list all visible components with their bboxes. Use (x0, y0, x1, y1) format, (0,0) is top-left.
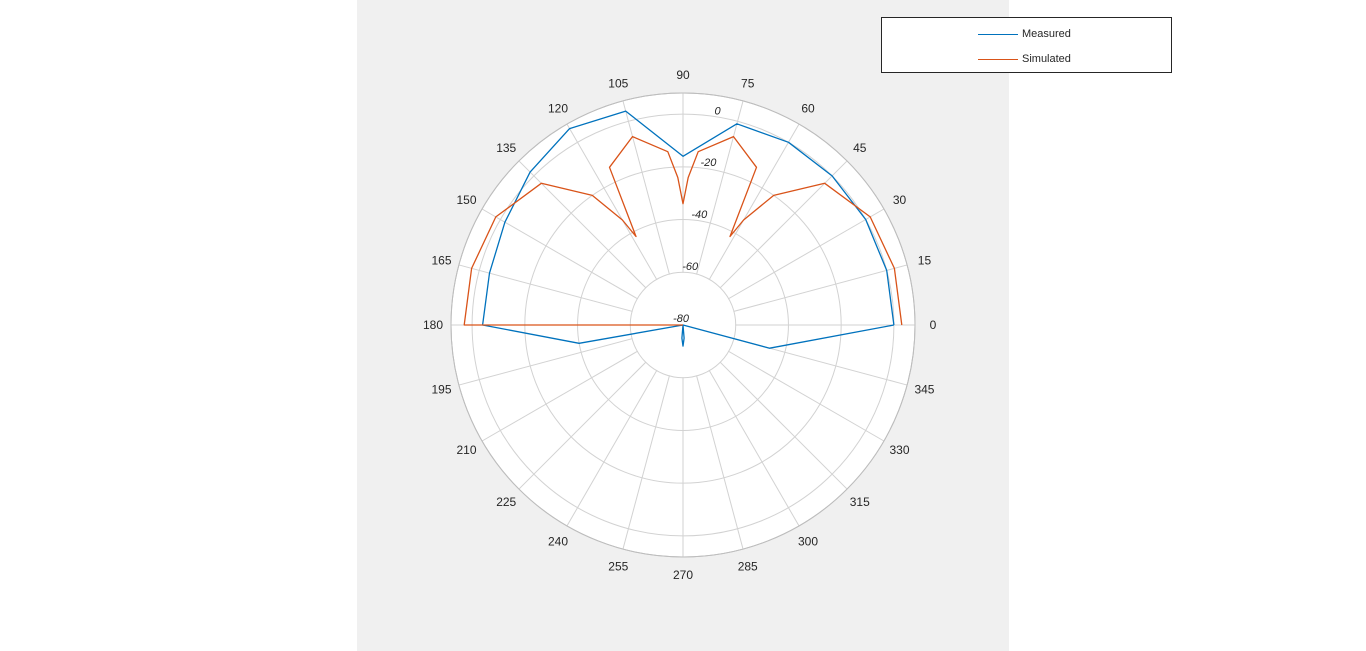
theta-tick-label-255: 255 (608, 559, 628, 573)
theta-tick-label-105: 105 (608, 77, 628, 91)
theta-tick-label-165: 165 (432, 253, 452, 267)
legend-label-measured: Measured (1022, 28, 1071, 40)
theta-tick-label-75: 75 (741, 77, 755, 91)
theta-tick-label-270: 270 (673, 568, 693, 582)
theta-tick-label-120: 120 (548, 101, 568, 115)
theta-tick-label-60: 60 (801, 101, 815, 115)
theta-tick-label-15: 15 (918, 253, 932, 267)
polar-plot: 0 15 30 45 60 75 90 105 120 135 150 165 180 195 210 225… (423, 68, 937, 582)
theta-tick-label-315: 315 (850, 495, 870, 509)
r-tick-label--40: -40 (691, 209, 708, 221)
theta-tick-label-150: 150 (456, 193, 476, 207)
legend-item-simulated: Simulated (978, 52, 1071, 66)
r-tick-label--80: -80 (673, 313, 690, 325)
legend-swatch-measured (978, 33, 1018, 35)
legend-item-measured: Measured (978, 27, 1071, 41)
legend-swatch-simulated (978, 58, 1018, 60)
theta-tick-label-240: 240 (548, 535, 568, 549)
theta-tick-label-135: 135 (496, 141, 516, 155)
r-tick-label--20: -20 (701, 157, 718, 169)
theta-tick-label-30: 30 (893, 193, 907, 207)
theta-tick-label-225: 225 (496, 495, 516, 509)
theta-tick-label-195: 195 (432, 383, 452, 397)
legend-label-simulated: Simulated (1022, 53, 1071, 65)
theta-tick-label-210: 210 (456, 443, 476, 457)
theta-tick-label-90: 90 (676, 68, 690, 82)
r-tick-label--60: -60 (682, 261, 699, 273)
theta-tick-label-345: 345 (914, 383, 934, 397)
theta-tick-label-330: 330 (889, 443, 909, 457)
theta-tick-label-45: 45 (853, 141, 867, 155)
legend: Measured Simulated (881, 17, 1172, 73)
r-tick-label-0: 0 (715, 105, 722, 117)
theta-tick-label-300: 300 (798, 535, 818, 549)
theta-tick-label-285: 285 (738, 559, 758, 573)
theta-tick-label-180: 180 (423, 318, 443, 332)
theta-tick-label-0: 0 (930, 318, 937, 332)
